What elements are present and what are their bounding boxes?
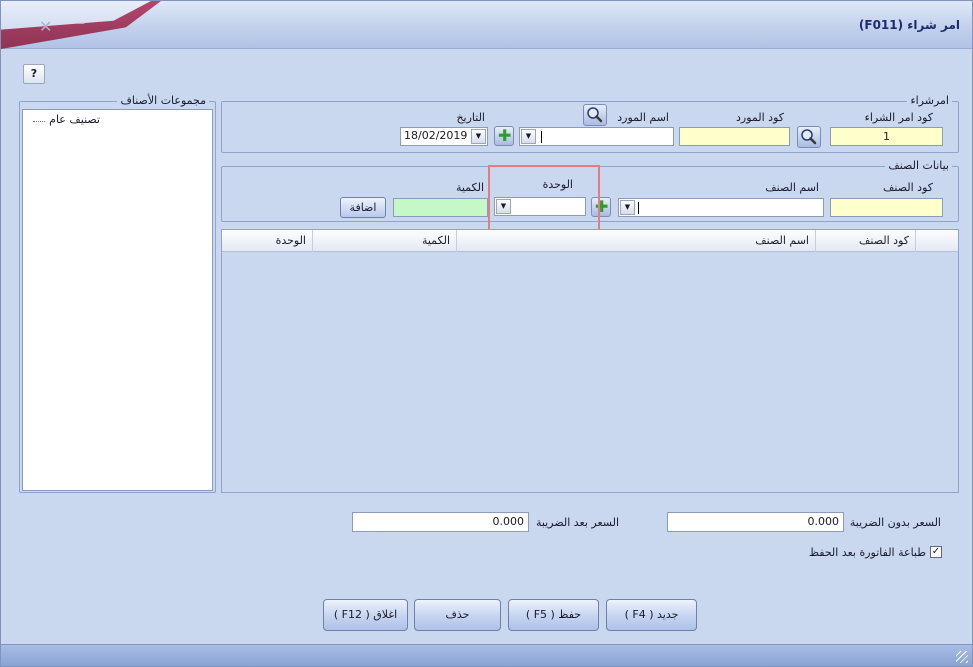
item-code-field[interactable] [830,198,943,217]
print-after-save-label: طباعة الفاتورة بعد الحفظ [808,546,926,559]
search-icon [587,107,603,123]
supplier-code-field[interactable] [679,127,790,146]
column-header-unit[interactable]: الوحدة [222,230,313,252]
categories-tree[interactable]: تصنيف عام [22,109,213,491]
price-after-tax-field[interactable]: 0.000 [352,512,529,532]
price-after-tax-label: السعر بعد الضريبة [535,516,619,529]
item-name-label: اسم الصنف [765,181,819,194]
chevron-down-icon[interactable]: ▼ [471,129,486,144]
close-button[interactable]: اغلاق ( F12 ) [323,599,408,631]
supplier-name-label: اسم المورد [617,111,669,124]
column-header-item-name[interactable]: اسم الصنف [457,230,816,252]
tree-node-general[interactable]: تصنيف عام [49,113,100,126]
status-bar [1,644,972,666]
supplier-name-search-button[interactable] [583,104,607,126]
minimize-window-icon[interactable]: ‒ [75,13,85,32]
purchase-order-legend: امرشراء [907,94,952,107]
print-after-save-checkbox[interactable]: ✓ [930,546,942,558]
item-name-combo[interactable]: ▼ [618,198,824,217]
delete-button[interactable]: حذف [414,599,501,631]
add-item-button[interactable]: اضافة [340,197,386,218]
order-code-field[interactable]: 1 [830,127,943,146]
chevron-down-icon[interactable]: ▼ [521,129,536,144]
quantity-label: الكمية [455,181,484,194]
date-picker[interactable]: 18/02/2019 ▼ [400,127,488,146]
date-label: التاريخ [456,111,485,124]
tree-connector [33,121,45,122]
supplier-name-combo[interactable]: ▼ [519,127,674,146]
supplier-code-label: كود المورد [736,111,784,124]
supplier-search-button[interactable] [797,126,821,148]
search-icon [801,129,817,145]
purchase-order-window: ✕ ‒ امر شراء (F011) ? مجموعات الأصناف تص… [0,0,973,667]
column-header-item-code[interactable]: كود الصنف [816,230,916,252]
quantity-field[interactable] [393,198,488,217]
add-supplier-button[interactable]: ✚ [494,126,514,146]
help-button[interactable]: ? [23,64,45,84]
save-button[interactable]: حفظ ( F5 ) [508,599,599,631]
items-grid[interactable]: كود الصنف اسم الصنف الكمية الوحدة [221,229,959,493]
price-before-tax-field[interactable]: 0.000 [667,512,844,532]
close-window-icon[interactable]: ✕ [39,17,52,36]
chevron-down-icon[interactable]: ▼ [620,200,635,215]
plus-icon: ✚ [498,126,512,145]
title-bar: ✕ ‒ امر شراء (F011) [1,1,972,49]
window-title: امر شراء (F011) [858,18,960,32]
order-code-label: كود امر الشراء [864,111,933,124]
column-header-quantity[interactable]: الكمية [313,230,457,252]
item-data-legend: بيانات الصنف [885,159,952,172]
new-button[interactable]: جديد ( F4 ) [606,599,697,631]
grid-header: كود الصنف اسم الصنف الكمية الوحدة [222,230,958,252]
price-before-tax-label: السعر بدون الضريبة [849,516,941,529]
categories-legend: مجموعات الأصناف [117,94,209,107]
item-code-label: كود الصنف [883,181,933,194]
resize-grip-icon[interactable] [956,651,968,663]
